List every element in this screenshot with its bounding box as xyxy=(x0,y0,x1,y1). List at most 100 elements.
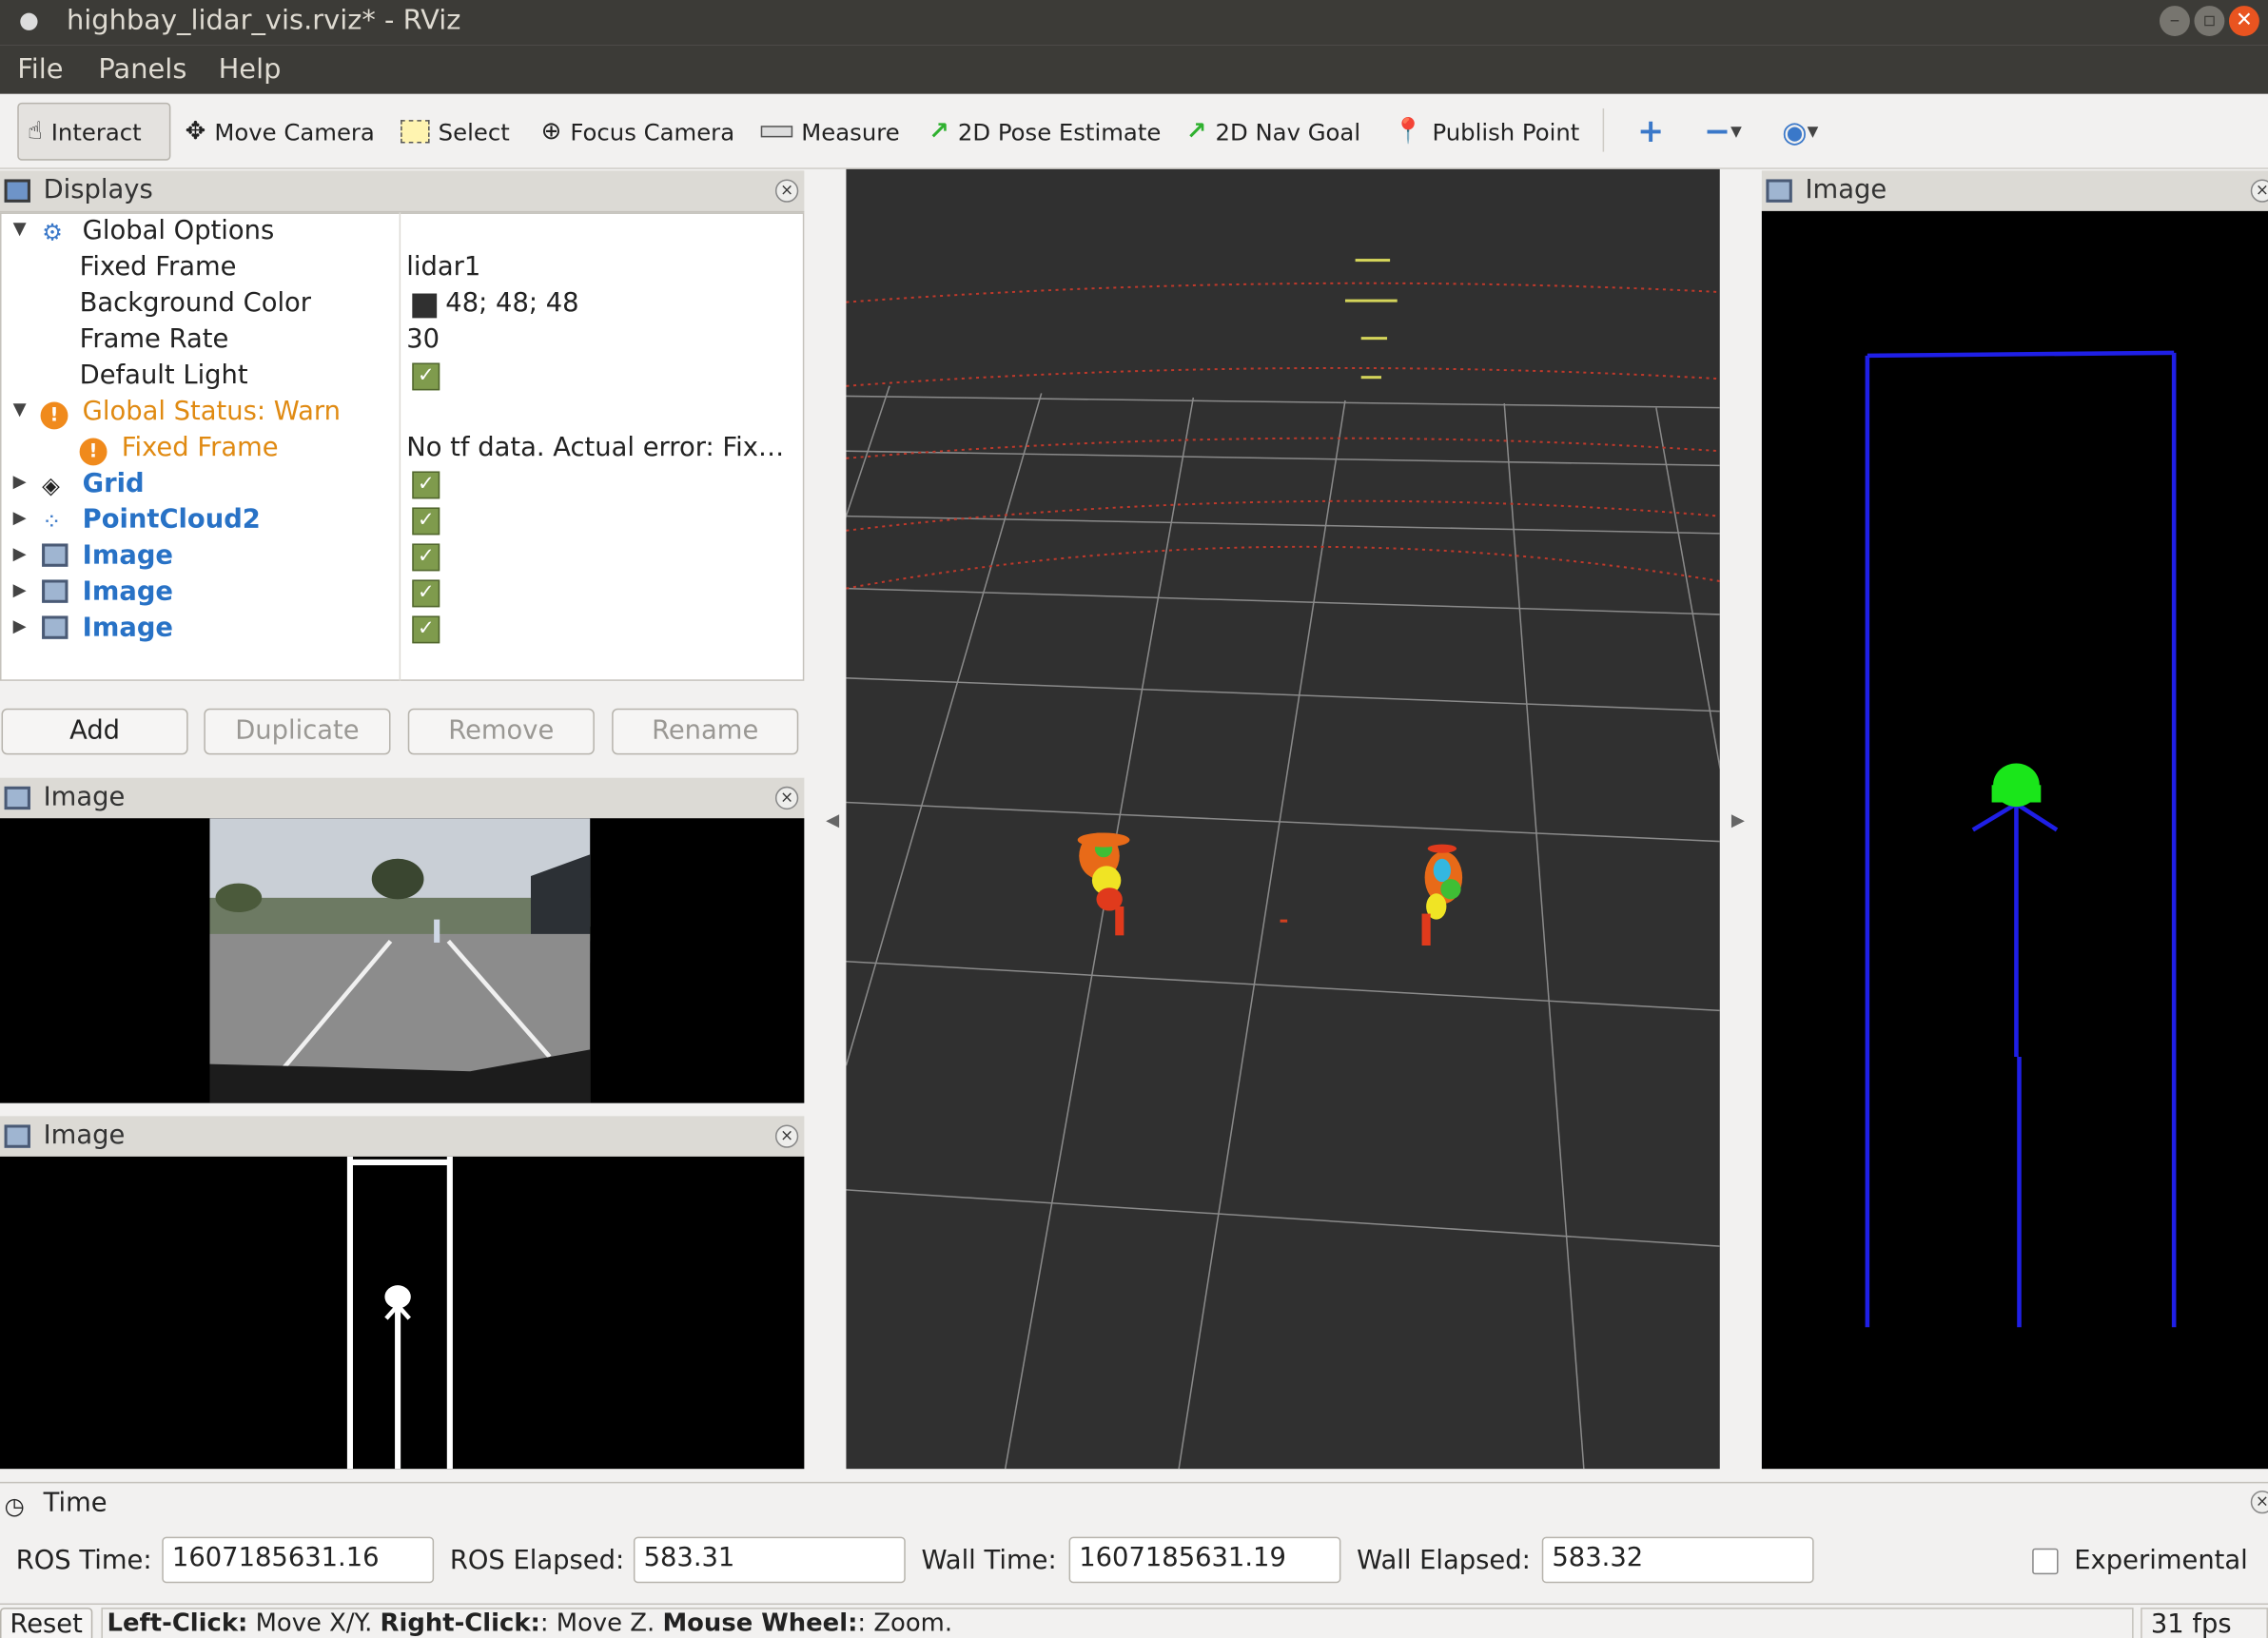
tree-row-global-status[interactable]: ▼ ! Global Status: Warn xyxy=(2,396,803,432)
expand-arrow-icon[interactable]: ▼ xyxy=(13,399,27,419)
remove-tool-icon[interactable]: − ▼ xyxy=(1695,103,1750,161)
window-menu-icon[interactable] xyxy=(20,12,38,30)
image-icon xyxy=(4,786,30,810)
ros-elapsed-label: ROS Elapsed: xyxy=(449,1545,625,1576)
pointcloud-checkbox[interactable]: ✓ xyxy=(412,507,440,536)
nav-goal-button[interactable]: ↗ 2D Nav Goal xyxy=(1178,103,1370,161)
warning-icon: ! xyxy=(79,435,108,466)
map-pin-icon: 📍 xyxy=(1393,117,1424,146)
tree-row-grid[interactable]: ▶ ◈ Grid ✓ xyxy=(2,468,803,504)
column-divider[interactable] xyxy=(399,212,401,681)
background-color-value[interactable]: 48; 48; 48 xyxy=(445,287,578,318)
wall-elapsed-field[interactable]: 583.32 xyxy=(1541,1536,1814,1584)
tree-row-pointcloud2[interactable]: ▶ ⁘ PointCloud2 ✓ xyxy=(2,504,803,540)
image-icon xyxy=(42,579,68,603)
menu-help[interactable]: Help xyxy=(219,53,282,85)
remove-button[interactable]: Remove xyxy=(407,708,595,755)
ruler-icon xyxy=(760,126,793,138)
menubar: File Panels Help xyxy=(0,45,2268,94)
grid-checkbox[interactable]: ✓ xyxy=(412,471,440,499)
global-status-label: Global Status: Warn xyxy=(82,396,341,427)
close-icon[interactable]: × xyxy=(2250,1490,2268,1514)
collapse-left-icon[interactable]: ◀ xyxy=(826,809,839,829)
collapse-arrow-icon[interactable]: ▶ xyxy=(13,615,27,635)
tree-row-image[interactable]: ▶ Image ✓ xyxy=(2,540,803,576)
tree-row-global-options[interactable]: ▼ ⚙ Global Options xyxy=(2,215,803,251)
3d-view[interactable] xyxy=(846,168,1720,1470)
image-panel-header: Image × xyxy=(0,777,805,820)
maximize-icon[interactable]: ▫ xyxy=(2194,6,2225,36)
tree-row-fixed-frame[interactable]: Fixed Frame lidar1 xyxy=(2,251,803,287)
collapse-right-icon[interactable]: ▶ xyxy=(1731,809,1745,829)
ros-elapsed-field[interactable]: 583.31 xyxy=(633,1536,906,1584)
close-icon[interactable]: × xyxy=(774,1124,799,1148)
close-icon[interactable]: × xyxy=(774,179,799,203)
add-tool-icon[interactable]: + xyxy=(1629,103,1672,161)
far-points xyxy=(1344,259,1398,380)
collapse-arrow-icon[interactable]: ▶ xyxy=(13,579,27,599)
wall-elapsed-label: Wall Elapsed: xyxy=(1357,1545,1531,1576)
time-panel-title: Time xyxy=(43,1487,108,1518)
view-eye-icon[interactable]: ◉ ▼ xyxy=(1773,103,1827,161)
experimental-label: Experimental xyxy=(2074,1545,2248,1576)
window-title: highbay_lidar_vis.rviz* - RViz xyxy=(66,4,461,36)
tree-row-image[interactable]: ▶ Image ✓ xyxy=(2,613,803,649)
rename-button[interactable]: Rename xyxy=(612,708,799,755)
frame-rate-value[interactable]: 30 xyxy=(406,323,440,354)
tree-row-default-light[interactable]: Default Light ✓ xyxy=(2,360,803,396)
expand-arrow-icon[interactable]: ▼ xyxy=(13,218,27,238)
focus-camera-button[interactable]: ⊕ Focus Camera xyxy=(533,103,744,161)
collapse-arrow-icon[interactable]: ▶ xyxy=(13,507,27,527)
status-message: Left-Click: Move X/Y. Right-Click:: Move… xyxy=(101,1608,2134,1638)
close-icon[interactable]: × xyxy=(2250,179,2268,203)
mouse-wheel-label: Mouse Wheel: xyxy=(662,1609,858,1638)
status-fixed-frame-label: Fixed Frame xyxy=(121,432,279,463)
move-camera-button[interactable]: ✥ Move Camera xyxy=(176,103,382,161)
interact-button[interactable]: ☝ Interact xyxy=(17,102,171,161)
pose-estimate-label: 2D Pose Estimate xyxy=(957,117,1162,146)
tree-row-status-fixed-frame[interactable]: ! Fixed Frame No tf data. Actual error: … xyxy=(2,432,803,468)
hand-icon: ☝ xyxy=(27,117,43,146)
add-button[interactable]: Add xyxy=(1,708,188,755)
image-panel-title: Image xyxy=(43,1120,126,1151)
default-light-label: Default Light xyxy=(79,360,248,391)
toolbar-separator xyxy=(1602,107,1605,152)
tree-row-frame-rate[interactable]: Frame Rate 30 xyxy=(2,323,803,360)
collapse-arrow-icon[interactable]: ▶ xyxy=(13,543,27,563)
wall-time-field[interactable]: 1607185631.19 xyxy=(1068,1536,1341,1584)
default-light-checkbox[interactable]: ✓ xyxy=(412,362,440,391)
collapse-arrow-icon[interactable]: ▶ xyxy=(13,471,27,491)
pedestrian-cluster-left xyxy=(1077,832,1130,936)
image-checkbox[interactable]: ✓ xyxy=(412,615,440,644)
close-icon[interactable]: ✕ xyxy=(2228,6,2259,36)
fps-counter: 31 fps xyxy=(2141,1608,2268,1638)
select-label: Select xyxy=(438,117,510,146)
left-click-action: Move X/Y. xyxy=(247,1609,381,1638)
duplicate-button[interactable]: Duplicate xyxy=(204,708,391,755)
warning-icon: ! xyxy=(40,399,68,430)
experimental-checkbox[interactable] xyxy=(2032,1548,2059,1575)
tree-row-background-color[interactable]: Background Color 48; 48; 48 xyxy=(2,287,803,323)
menu-panels[interactable]: Panels xyxy=(98,53,186,85)
select-button[interactable]: Select xyxy=(392,103,518,161)
pose-estimate-button[interactable]: ↗ 2D Pose Estimate xyxy=(920,103,1169,161)
fixed-frame-value[interactable]: lidar1 xyxy=(406,251,480,282)
window-titlebar: highbay_lidar_vis.rviz* - RViz – ▫ ✕ xyxy=(0,0,2268,46)
menu-file[interactable]: File xyxy=(17,53,63,85)
mask-image-view[interactable] xyxy=(0,1156,805,1470)
image-checkbox[interactable]: ✓ xyxy=(412,543,440,572)
ros-time-field[interactable]: 1607185631.16 xyxy=(162,1536,435,1584)
minimize-icon[interactable]: – xyxy=(2159,6,2190,36)
planner-image-view[interactable] xyxy=(1761,210,2268,1470)
focus-camera-icon: ⊕ xyxy=(540,117,562,146)
image-icon xyxy=(42,543,68,567)
tree-row-image[interactable]: ▶ Image ✓ xyxy=(2,576,803,613)
measure-button[interactable]: Measure xyxy=(753,103,909,161)
image-checkbox[interactable]: ✓ xyxy=(412,579,440,608)
close-icon[interactable]: × xyxy=(774,786,799,810)
reset-button[interactable]: Reset xyxy=(0,1608,93,1638)
color-swatch[interactable] xyxy=(412,293,438,319)
publish-point-button[interactable]: 📍 Publish Point xyxy=(1384,103,1588,161)
grid-label: Grid xyxy=(82,468,145,499)
camera-image-view[interactable] xyxy=(0,818,805,1103)
